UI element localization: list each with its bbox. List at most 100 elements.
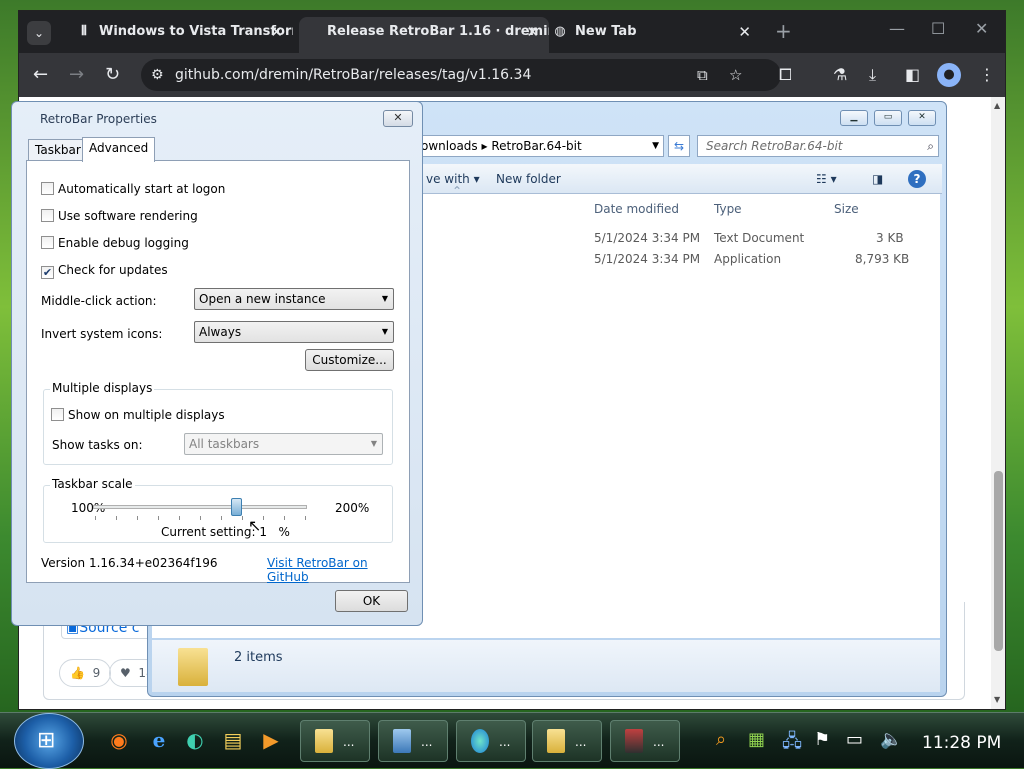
internet-explorer-icon[interactable]: e [146,727,172,753]
invert-icons-select[interactable]: Always ▼ [194,321,394,343]
tab-taskbar[interactable]: Taskbar [28,139,88,161]
close-window-icon[interactable]: ✕ [975,19,988,38]
middle-click-select[interactable]: Open a new instance ▼ [194,288,394,310]
dialog-close-icon[interactable]: ✕ [383,110,413,127]
autostart-checkbox[interactable]: Automatically start at logon [41,182,225,196]
explorer-minimize-icon[interactable]: ▁ [840,110,868,126]
bookmark-star-icon[interactable]: ☆ [729,59,742,91]
site-info-icon[interactable]: ⚙ [151,59,164,91]
close-icon[interactable]: ✕ [738,17,751,47]
action-center-flag-icon[interactable]: ⚑ [814,729,830,750]
chevron-down-icon[interactable]: ▼ [652,136,659,156]
reaction-thumbs-up[interactable]: 👍 9 [59,659,112,687]
explorer-close-icon[interactable]: ✕ [908,110,936,126]
display-icon[interactable]: ▭ [846,729,863,750]
reload-icon[interactable]: ↻ [105,64,120,85]
ok-button[interactable]: OK [335,590,408,612]
download-icon[interactable]: ⤓ [869,65,876,85]
scale-slider-track[interactable] [93,505,307,509]
item-count: 2 items [234,650,283,665]
taskbar-button-edge[interactable]: ... [456,720,526,762]
slider-tick [200,516,201,520]
media-player-icon[interactable]: ▶ [258,727,284,753]
thumbs-up-icon: 👍 [70,666,85,680]
button-dots: ... [575,735,587,749]
view-options-icon[interactable]: ☷ ▾ [816,172,837,186]
debug-logging-checkbox[interactable]: Enable debug logging [41,236,189,250]
checkmark-icon[interactable]: ✔ [41,266,54,279]
explorer-address-bar[interactable]: ownloads ▸ RetroBar.64-bit ▼ [416,135,664,157]
check-updates-checkbox[interactable]: ✔ Check for updates [41,263,168,279]
multi-displays-checkbox[interactable]: Show on multiple displays [51,408,225,422]
tray-app-icon[interactable]: ▦ [748,729,765,750]
labs-flask-icon[interactable]: ⚗ [833,65,847,84]
row1-date[interactable]: 5/1/2024 3:34 PM [594,231,700,245]
install-app-icon[interactable]: ⧉ [697,59,708,91]
globe-icon: ◍ [554,24,566,39]
search-tray-icon[interactable]: ⌕ [716,729,726,750]
row2-type[interactable]: Application [714,252,781,266]
taskbar-button-retrobar[interactable]: ... [378,720,448,762]
tab-new-tab[interactable]: ◍ New Tab ✕ [537,17,761,53]
side-panel-icon[interactable]: ◧ [905,65,920,84]
back-icon[interactable]: ← [33,64,48,85]
app-window-icon [625,729,643,753]
scale-slider-thumb[interactable] [231,498,242,516]
taskbar-button-app[interactable]: ... [610,720,680,762]
show-tasks-select[interactable]: All taskbars ▼ [184,433,383,455]
software-rendering-checkbox[interactable]: Use software rendering [41,209,198,223]
customize-button[interactable]: Customize... [305,349,394,371]
row1-size[interactable]: 3 KB [876,231,904,245]
scroll-up-icon[interactable]: ▲ [994,101,1000,110]
menu-dots-icon[interactable]: ⋮ [979,65,995,84]
checkbox-box[interactable] [41,209,54,222]
volume-muted-icon[interactable]: 🔈 [880,729,902,750]
profile-avatar-icon[interactable]: ● [937,63,961,87]
file-explorer-icon[interactable]: ▤ [220,727,246,753]
preview-pane-icon[interactable]: ◨ [872,172,883,186]
clock[interactable]: 11:28 PM [922,733,1001,753]
checkbox-box[interactable] [41,236,54,249]
row1-type[interactable]: Text Document [714,231,804,245]
close-icon[interactable]: ✕ [270,17,283,47]
address-path: ownloads ▸ RetroBar.64-bit [421,139,582,153]
tab-search-icon[interactable]: ⌄ [27,21,51,45]
minimize-icon[interactable]: — [889,19,905,38]
scroll-down-icon[interactable]: ▼ [994,695,1000,704]
taskbar-button-explorer[interactable]: ... [300,720,370,762]
settings-window-icon [393,729,411,753]
tab-advanced[interactable]: Advanced [82,137,156,162]
checkbox-box[interactable] [51,408,64,421]
taskbar-button-folder[interactable]: ... [532,720,602,762]
checkbox-box[interactable] [41,182,54,195]
search-icon[interactable]: ⌕ [927,136,934,156]
open-with-label: ve with [426,172,470,186]
start-button[interactable]: ⊞ [14,713,84,769]
slider-tick [305,516,306,520]
row2-size[interactable]: 8,793 KB [855,252,909,266]
new-folder-button[interactable]: New folder [496,172,561,186]
github-link[interactable]: Visit RetroBar on GitHub [267,556,409,584]
version-label: Version 1.16.34+e02364f196 [41,556,218,570]
column-size[interactable]: Size [834,202,859,216]
explorer-maximize-icon[interactable]: ▭ [874,110,902,126]
tab-label: Release RetroBar 1.16 · dremin [327,24,549,39]
column-date-modified[interactable]: Date modified [594,202,679,216]
row2-date[interactable]: 5/1/2024 3:34 PM [594,252,700,266]
explorer-search-input[interactable]: Search RetroBar.64-bit ⌕ [697,135,939,157]
firefox-icon[interactable]: ◉ [106,727,132,753]
help-icon[interactable]: ? [908,170,926,188]
forward-icon[interactable]: → [69,64,84,85]
network-icon[interactable]: 🖧 [782,729,802,759]
refresh-icon[interactable]: ⇆ [668,135,690,157]
tab-retrobar-release[interactable]: Release RetroBar 1.16 · dremin ✕ [299,17,549,53]
page-scrollbar[interactable]: ▲ ▼ [991,97,1005,709]
address-bar[interactable]: ⚙ github.com/dremin/RetroBar/releases/ta… [141,59,781,91]
new-tab-icon[interactable]: + [775,19,792,43]
edge-icon[interactable]: ◐ [182,727,208,753]
maximize-icon[interactable]: ☐ [931,19,945,38]
tab-vista-transformation[interactable]: ⫴ Windows to Vista Transformati ✕ [61,17,293,53]
column-type[interactable]: Type [714,202,742,216]
extensions-icon[interactable]: ⧠ [779,65,792,85]
scrollbar-thumb[interactable] [994,471,1003,651]
